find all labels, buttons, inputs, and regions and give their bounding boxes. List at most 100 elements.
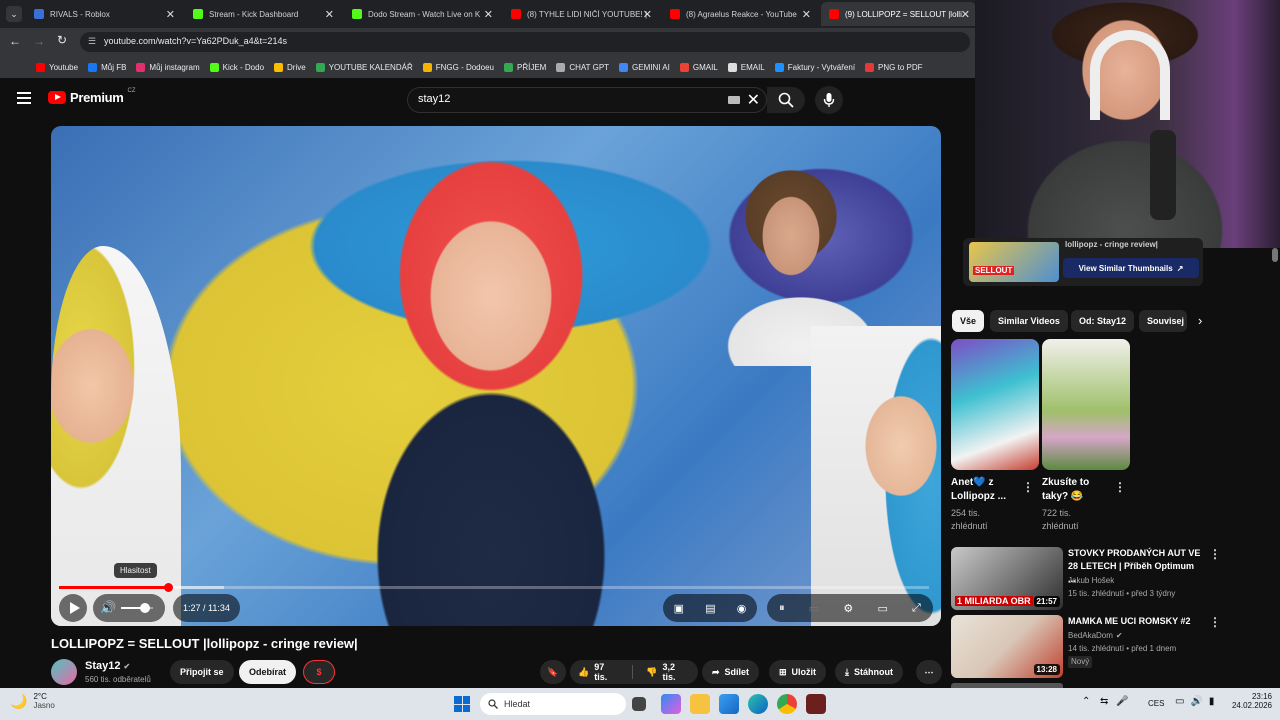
menu-icon[interactable] — [17, 92, 31, 104]
bookmark-item[interactable]: Můj FB — [88, 62, 126, 72]
autoplay-toggle-icon[interactable]: ⏸ — [779, 602, 785, 615]
bookmark-item[interactable]: Kick - Dodo — [209, 62, 264, 72]
short-thumb-1[interactable] — [951, 339, 1039, 470]
weather-widget[interactable]: 🌙 2°C Jasno — [10, 692, 55, 710]
thanks-button[interactable]: $ — [303, 660, 335, 684]
tab-close-icon[interactable]: ✕ — [961, 8, 970, 21]
short-title-2[interactable]: Zkusíte to taky? 😂 — [1042, 476, 1112, 504]
tab-close-icon[interactable]: ✕ — [643, 8, 652, 21]
tab-search-button[interactable]: ⌄ — [6, 6, 22, 22]
file-explorer-icon[interactable] — [690, 694, 710, 714]
screenshot-icon[interactable]: ◉ — [737, 602, 747, 615]
join-button[interactable]: Připojit se — [170, 660, 234, 684]
bookmark-item[interactable]: PŘÍJEM — [503, 62, 546, 72]
bookmark-item[interactable]: CHAT GPT — [556, 62, 609, 72]
browser-tab[interactable]: (8) Agraelus Reakce - YouTube ✕ — [662, 2, 817, 26]
progress-bar[interactable] — [59, 583, 929, 592]
progress-scrubber[interactable] — [163, 583, 173, 592]
bookmark-item[interactable]: FNGG - Dodoeu — [422, 62, 494, 72]
share-button[interactable]: ➦ Sdílet — [702, 660, 760, 684]
related-channel-2[interactable]: BedAkaDom ✔ — [1068, 630, 1123, 642]
subtitles-icon[interactable]: ▭ — [809, 602, 819, 615]
url-field[interactable]: ☰ youtube.com/watch?v=Ya62PDuk_a4&t=214s — [80, 32, 970, 52]
site-info-icon[interactable]: ☰ — [88, 36, 96, 47]
volume-knob[interactable] — [140, 603, 151, 613]
bookmark-item[interactable]: Youtube — [36, 62, 78, 72]
more-actions-button[interactable]: ⋯ — [916, 660, 942, 684]
network-tray-icon[interactable]: ⇆ — [1100, 696, 1108, 707]
similar-thumb-preview[interactable]: SELLOUT — [969, 242, 1059, 282]
search-button[interactable] — [767, 87, 805, 113]
volume-icon[interactable]: 🔊 — [100, 600, 116, 616]
like-button[interactable]: 👍 97 tis. — [570, 662, 627, 682]
short-thumb-2[interactable] — [1042, 339, 1130, 470]
browser-tab[interactable]: RIVALS - Roblox ✕ — [26, 2, 181, 26]
short-menu-icon-1[interactable]: ⋮ — [1022, 480, 1034, 494]
browser-tab[interactable]: (8) TYHLE LIDI NIČÍ YOUTUBE! | ✕ — [503, 2, 658, 26]
tab-close-icon[interactable]: ✕ — [166, 8, 175, 21]
bookmark-item[interactable]: GMAIL — [679, 62, 718, 72]
system-tray-icons[interactable]: ▭ 🔊 ▮ — [1175, 696, 1214, 707]
filter-chip[interactable]: Od: Stay12 — [1071, 310, 1135, 332]
copilot-icon[interactable] — [661, 694, 681, 714]
sidebar-scrollbar[interactable] — [1272, 248, 1278, 262]
related-thumb-2[interactable]: 13:28 — [951, 615, 1063, 678]
theater-mode-icon[interactable]: ▭ — [877, 602, 887, 615]
bookmark-item[interactable]: EMAIL — [727, 62, 765, 72]
short-title-1[interactable]: Anet💙 z Lollipopz ... — [951, 476, 1021, 504]
dislike-button[interactable]: 👎 3,2 tis. — [638, 662, 698, 682]
task-view-icon[interactable] — [632, 697, 646, 711]
browser-tab[interactable]: (9) LOLLIPOPZ = SELLOUT |lolli ✕ — [821, 2, 976, 26]
bookmark-item[interactable]: Můj instagram — [136, 62, 200, 72]
filter-chip[interactable]: Souvisej — [1139, 310, 1187, 332]
clock[interactable]: 23:16 24.02.2026 — [1228, 692, 1272, 710]
related-channel-1[interactable]: Jakub Hošek — [1068, 575, 1114, 587]
filter-chip[interactable]: Vše — [952, 310, 985, 332]
keyboard-icon[interactable] — [728, 96, 740, 104]
bookmark-item[interactable]: Drive — [274, 62, 306, 72]
channel-name[interactable]: Stay12 ✔ — [85, 660, 130, 672]
tab-close-icon[interactable]: ✕ — [802, 8, 811, 21]
download-button[interactable]: ⤓ Stáhnout — [835, 660, 903, 684]
clear-search-icon[interactable]: ✕ — [747, 90, 760, 110]
fullscreen-icon[interactable]: ⤢ — [912, 602, 921, 615]
forward-icon[interactable]: → — [33, 34, 45, 48]
related-thumb-1[interactable]: 1 MILIARDA OBR 21:57 — [951, 547, 1063, 610]
bookmark-item[interactable]: Faktury - Vytváření — [774, 62, 855, 72]
search-input[interactable]: stay12 ✕ — [407, 87, 767, 113]
tab-close-icon[interactable]: ✕ — [484, 8, 493, 21]
save-to-playlist-icon-button[interactable]: 🔖 — [540, 660, 566, 684]
settings-icon[interactable]: ⚙ — [843, 602, 853, 615]
browser-tab[interactable]: Dodo Stream - Watch Live on K ✕ — [344, 2, 499, 26]
short-menu-icon-2[interactable]: ⋮ — [1114, 480, 1126, 494]
save-button[interactable]: ⊞ Uložit — [769, 660, 827, 684]
bookmark-item[interactable]: YOUTUBE KALENDÁŘ — [315, 62, 413, 72]
related-menu-icon-2[interactable]: ⋮ — [1209, 615, 1221, 629]
volume-slider[interactable] — [121, 603, 154, 613]
related-menu-icon-1[interactable]: ⋮ — [1209, 547, 1221, 561]
taskbar-search[interactable]: Hledat — [480, 693, 626, 715]
tab-close-icon[interactable]: ✕ — [325, 8, 334, 21]
video-frame[interactable] — [51, 126, 941, 626]
tray-chevron-icon[interactable]: ⌃ — [1082, 696, 1090, 707]
reload-icon[interactable]: ↻ — [57, 33, 67, 47]
language-indicator[interactable]: CES — [1148, 699, 1164, 708]
bookmark-item[interactable]: PNG to PDF — [865, 62, 923, 72]
chrome-icon[interactable] — [777, 694, 797, 714]
obs-app-icon[interactable] — [806, 694, 826, 714]
voice-search-button[interactable] — [815, 86, 843, 114]
image-icon[interactable]: ▣ — [674, 602, 684, 615]
play-button[interactable] — [59, 594, 87, 622]
filter-chip[interactable]: Similar Videos — [990, 310, 1068, 332]
store-icon[interactable] — [719, 694, 739, 714]
back-icon[interactable]: ← — [9, 34, 21, 48]
related-title-2[interactable]: MAMKA ME UCI ROMSKY #2 — [1068, 615, 1203, 628]
subscribe-button[interactable]: Odebírat — [239, 660, 297, 684]
start-button[interactable] — [454, 696, 470, 712]
transcript-icon[interactable]: ▤ — [705, 602, 715, 615]
bookmark-item[interactable]: GEMINI AI — [619, 62, 670, 72]
chips-next-icon[interactable]: › — [1198, 313, 1202, 328]
view-similar-thumbnails-button[interactable]: View Similar Thumbnails ↗ — [1063, 258, 1199, 278]
mic-tray-icon[interactable]: 🎤 — [1116, 696, 1128, 707]
youtube-logo[interactable]: Premium CZ — [48, 88, 136, 105]
